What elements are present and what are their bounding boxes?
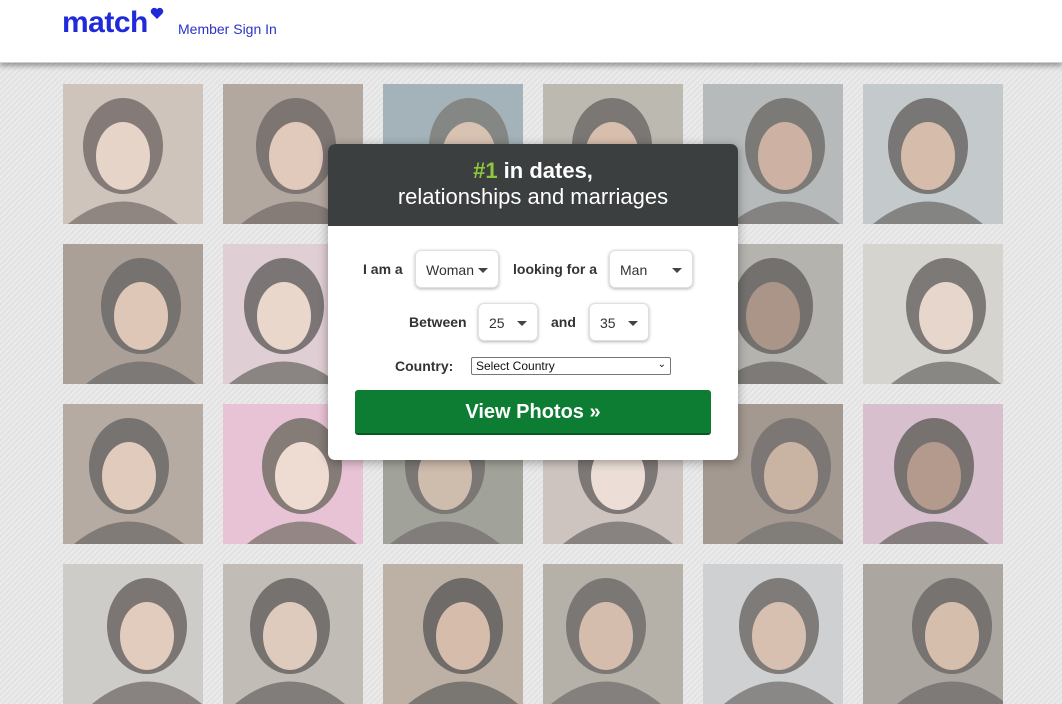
i-am-label: I am a (363, 261, 403, 277)
between-label: Between (409, 314, 467, 330)
top-header: match Member Sign In (0, 0, 1062, 63)
profile-photo (63, 564, 203, 704)
age-min-value: 25 (489, 315, 505, 331)
age-max-value: 35 (600, 315, 616, 331)
chevron-down-icon (478, 268, 488, 273)
profile-photo (863, 244, 1003, 384)
gender-select[interactable]: Woman (415, 250, 499, 288)
rank-text: #1 (473, 158, 498, 183)
age-min-select[interactable]: 25 (478, 303, 538, 341)
chevron-down-icon (672, 268, 682, 273)
gender-select-value: Woman (426, 262, 474, 278)
profile-photo (543, 564, 683, 704)
profile-photo (63, 84, 203, 224)
chevron-down-icon (628, 321, 638, 326)
profile-photo (863, 84, 1003, 224)
country-select-value: Select Country (476, 359, 555, 373)
member-sign-in-link[interactable]: Member Sign In (178, 21, 277, 37)
profile-photo (703, 564, 843, 704)
panel-subheadline: relationships and marriages (397, 184, 669, 209)
view-photos-button[interactable]: View Photos » (355, 390, 711, 435)
search-panel: #1 in dates, relationships and marriages… (328, 144, 738, 460)
headline-text: in dates, (497, 158, 593, 183)
age-max-select[interactable]: 35 (589, 303, 649, 341)
profile-photo (223, 564, 363, 704)
heart-icon (150, 7, 164, 19)
profile-photo (863, 404, 1003, 544)
profile-photo (383, 564, 523, 704)
match-logo[interactable]: match (62, 6, 148, 40)
chevron-down-icon: ⌄ (657, 359, 666, 370)
country-select[interactable]: Select Country ⌄ (471, 357, 671, 375)
country-label: Country: (395, 358, 454, 374)
seeking-select[interactable]: Man (609, 250, 693, 288)
and-label: and (551, 314, 576, 330)
panel-headline: #1 in dates, (328, 144, 738, 184)
profile-photo (863, 564, 1003, 704)
profile-photo (63, 404, 203, 544)
panel-header: #1 in dates, relationships and marriages (328, 144, 738, 226)
profile-photo (63, 244, 203, 384)
seeking-select-value: Man (620, 262, 648, 278)
chevron-down-icon (517, 321, 527, 326)
looking-for-label: looking for a (513, 261, 597, 277)
